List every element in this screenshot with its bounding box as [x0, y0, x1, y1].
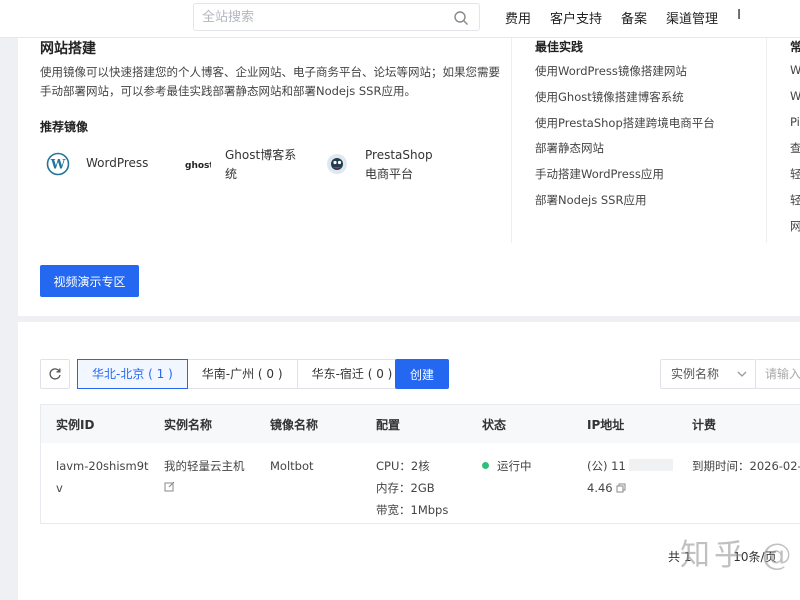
mirror-ghost[interactable]: ghost Ghost博客系统	[183, 146, 299, 184]
table-header: 实例ID 实例名称 镜像名称 配置 状态 IP地址 计费	[41, 405, 800, 443]
wordpress-icon: W	[46, 152, 70, 176]
col-ip: IP地址	[587, 418, 625, 432]
site-build-title: 网站搭建	[40, 41, 96, 57]
create-instance-button[interactable]: 创建	[395, 359, 449, 389]
nav-support[interactable]: 客户支持	[550, 8, 602, 27]
global-search-input[interactable]	[194, 4, 434, 30]
best-practice-link[interactable]: 部署静态网站	[535, 140, 715, 166]
instance-table: 实例ID 实例名称 镜像名称 配置 状态 IP地址 计费 lavm-20shis…	[40, 404, 800, 524]
faq-list: W W Pi 查 轻 轻 网	[790, 63, 800, 244]
region-tab-beijing[interactable]: 华北-北京 ( 1 )	[77, 359, 188, 389]
best-practice-link[interactable]: 使用PrestaShop搭建跨境电商平台	[535, 115, 715, 141]
prestashop-icon	[327, 154, 347, 174]
column-divider	[511, 38, 512, 243]
best-practice-link[interactable]: 手动搭建WordPress应用	[535, 166, 715, 192]
mirror-prestashop[interactable]: PrestaShop电商平台	[325, 146, 433, 184]
faq-link[interactable]: 轻	[790, 166, 800, 192]
column-divider	[766, 38, 767, 243]
faq-link[interactable]: 查	[790, 140, 800, 166]
region-tabs: 华北-北京 ( 1 ) 华南-广州 ( 0 ) 华东-宿迁 ( 0 )	[77, 359, 408, 389]
refresh-icon	[49, 368, 61, 380]
refresh-button[interactable]	[40, 359, 70, 389]
ip-redaction	[629, 459, 674, 471]
copy-icon[interactable]	[616, 483, 626, 493]
mirror-name: Ghost博客系统	[225, 148, 297, 181]
status-dot-icon	[482, 462, 489, 469]
video-demo-button[interactable]: 视频演示专区	[40, 265, 139, 297]
instance-name: 我的轻量云主机	[164, 455, 245, 499]
nav-icp-filing[interactable]: 备案	[621, 8, 647, 27]
col-config: 配置	[376, 418, 401, 432]
ip-address: (公) 11 4.46	[587, 455, 674, 499]
faq-link[interactable]: W	[790, 89, 800, 115]
best-practice-list: 使用WordPress镜像搭建网站 使用Ghost镜像搭建博客系统 使用Pres…	[535, 63, 715, 218]
col-billing: 计费	[692, 418, 717, 432]
recommended-title: 推荐镜像	[40, 120, 89, 134]
faq-title: 常	[790, 40, 800, 54]
search-icon[interactable]	[453, 10, 469, 26]
best-practice-link[interactable]: 使用WordPress镜像搭建网站	[535, 63, 715, 89]
col-image-name: 镜像名称	[270, 418, 319, 432]
billing-info: 到期时间：2026-02-2	[692, 459, 800, 473]
col-instance-id: 实例ID	[56, 418, 95, 432]
top-navbar: 费用 客户支持 备案 渠道管理 I	[0, 0, 800, 38]
nav-billing[interactable]: 费用	[505, 8, 531, 27]
best-practice-link[interactable]: 部署Nodejs SSR应用	[535, 192, 715, 218]
region-tab-suqian[interactable]: 华东-宿迁 ( 0 )	[296, 359, 408, 389]
faq-link[interactable]: Pi	[790, 115, 800, 141]
nav-channel[interactable]: 渠道管理	[666, 8, 718, 27]
mirror-name: PrestaShop电商平台	[365, 148, 433, 181]
site-build-card: 网站搭建 使用镜像可以快速搭建您的个人博客、企业网站、电子商务平台、论坛等网站；…	[18, 38, 800, 316]
svg-text:W: W	[50, 158, 66, 173]
col-status: 状态	[482, 418, 507, 432]
status-badge: 运行中	[482, 455, 532, 477]
filter-field-value: 实例名称	[671, 367, 720, 381]
global-search-box[interactable]	[193, 3, 480, 31]
instance-config: CPU：2核 内存：2GB 带宽：1Mbps	[376, 459, 449, 517]
image-name: Moltbot	[270, 459, 314, 473]
filter-search-input[interactable]	[755, 359, 800, 389]
best-practice-title: 最佳实践	[535, 40, 584, 54]
faq-link[interactable]: W	[790, 63, 800, 89]
best-practice-link[interactable]: 使用Ghost镜像搭建博客系统	[535, 89, 715, 115]
filter-field-select[interactable]: 实例名称	[660, 359, 756, 389]
col-instance-name: 实例名称	[164, 418, 213, 432]
mirror-wordpress[interactable]: W WordPress	[46, 146, 166, 176]
edit-icon[interactable]	[164, 481, 175, 492]
mirror-name: WordPress	[86, 156, 149, 170]
faq-link[interactable]: 网	[790, 218, 800, 244]
instance-id[interactable]: lavm-20shism9t v	[56, 455, 149, 499]
svg-text:ghost: ghost	[185, 161, 211, 171]
faq-link[interactable]: 轻	[790, 192, 800, 218]
watermark: 知乎 @	[680, 538, 796, 573]
ghost-icon: ghost	[185, 161, 211, 171]
region-tab-guangzhou[interactable]: 华南-广州 ( 0 )	[186, 359, 298, 389]
chevron-down-icon	[737, 371, 747, 377]
site-build-description: 使用镜像可以快速搭建您的个人博客、企业网站、电子商务平台、论坛等网站；如果您需要…	[40, 65, 500, 98]
nav-more[interactable]: I	[737, 8, 741, 27]
